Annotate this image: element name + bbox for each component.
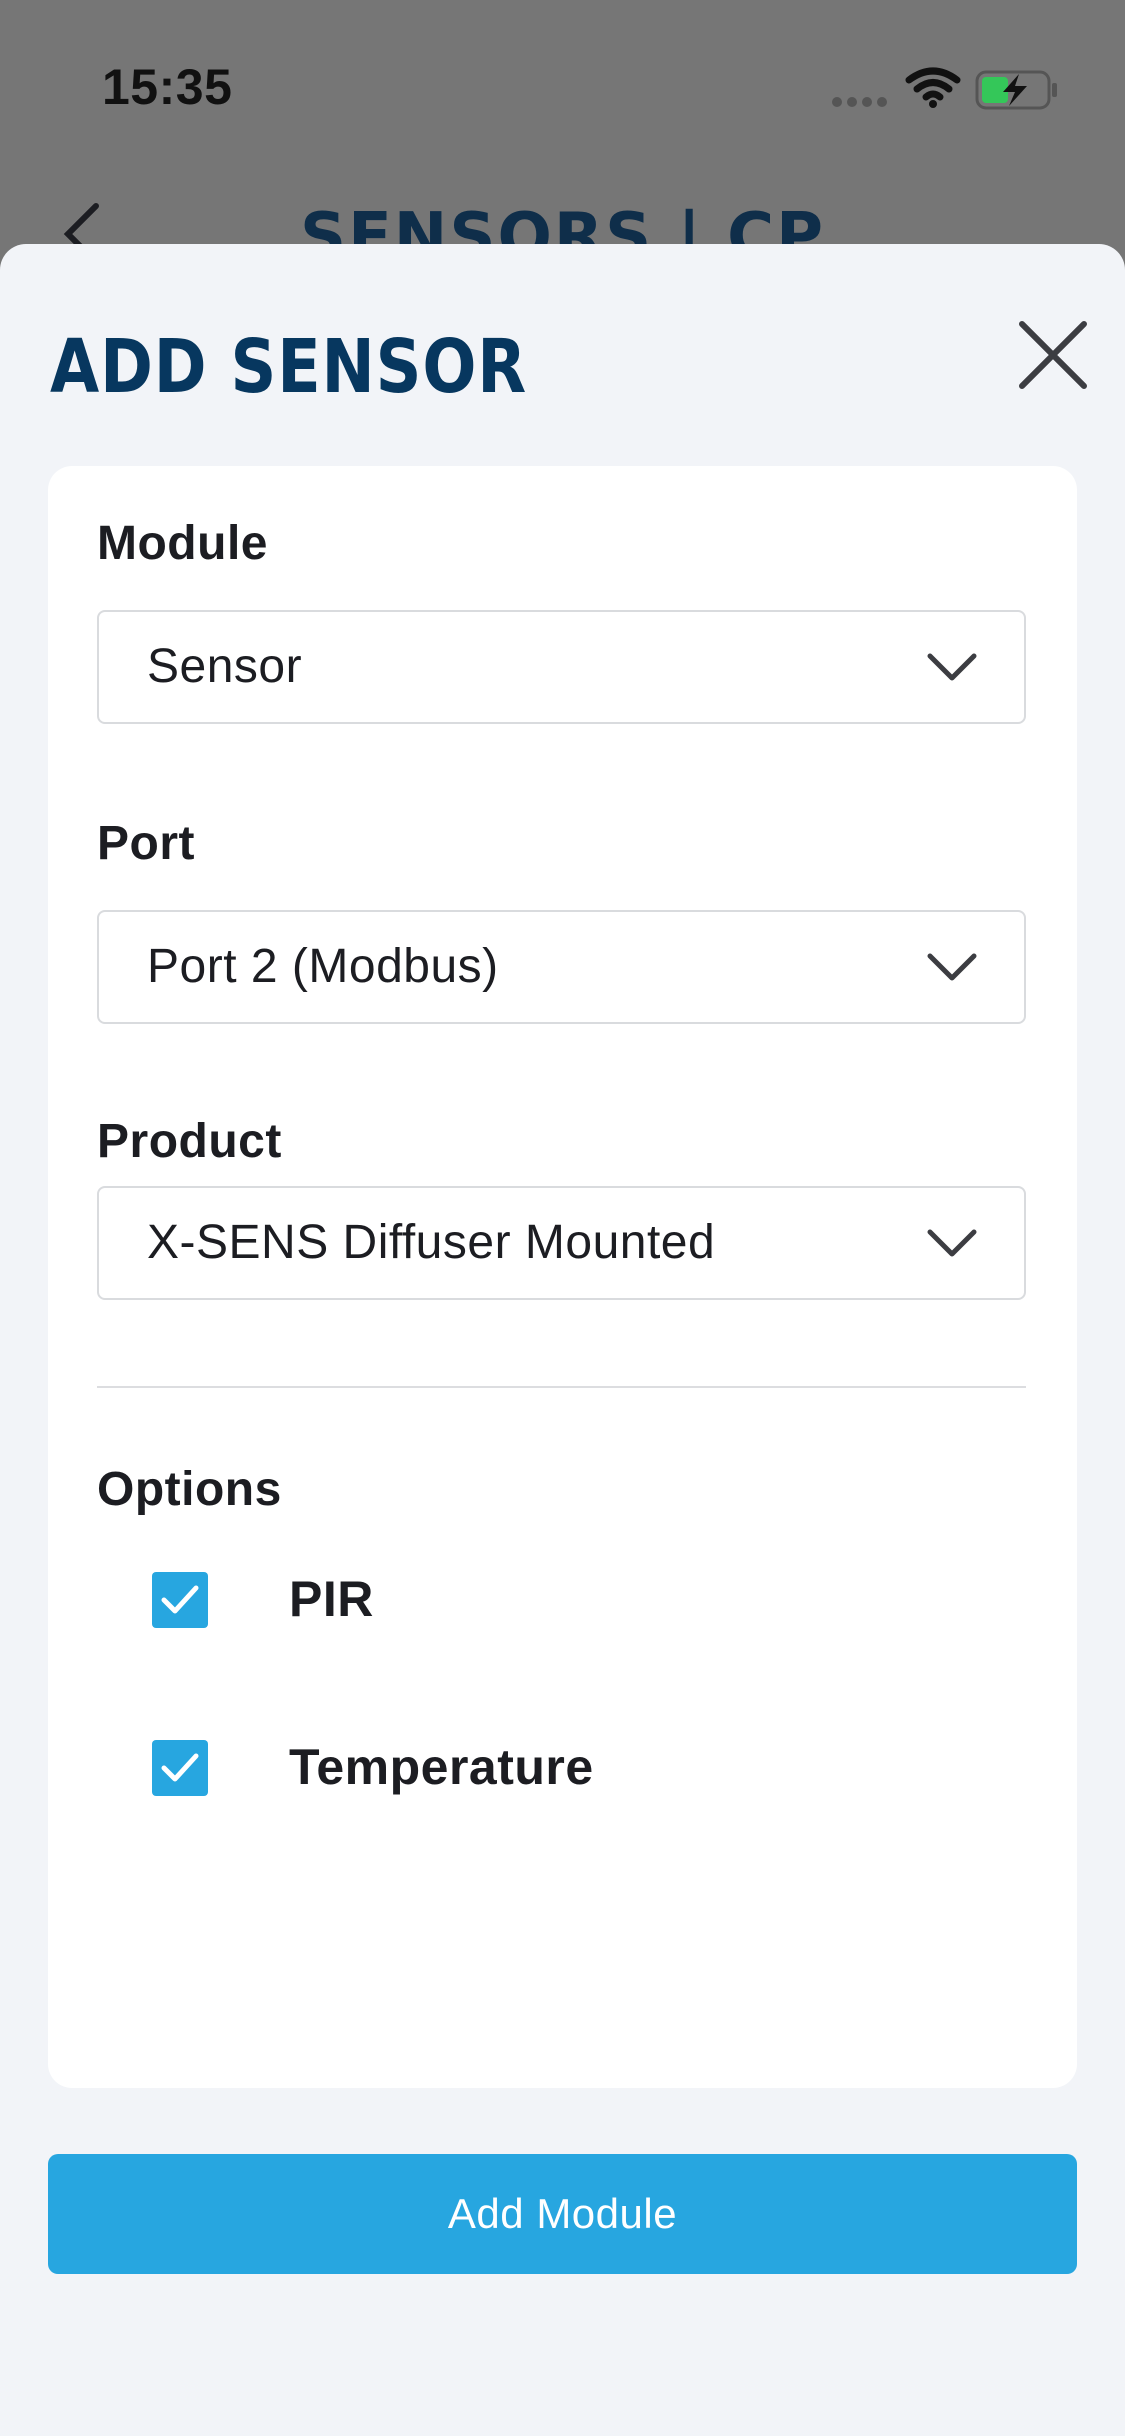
close-icon — [1019, 321, 1087, 389]
options-label: Options — [97, 1463, 282, 1516]
chevron-down-icon — [927, 1229, 977, 1257]
chevron-down-icon — [927, 653, 977, 681]
status-time: 15:35 — [102, 59, 233, 115]
module-select[interactable]: Sensor — [97, 610, 1026, 724]
port-label: Port — [97, 817, 195, 870]
port-select-value: Port 2 (Modbus) — [147, 940, 499, 993]
signal-dots-icon — [832, 97, 887, 107]
sheet-title: ADD SENSOR — [50, 324, 528, 410]
status-icons — [829, 64, 1069, 114]
status-bar: 15:35 — [0, 0, 1125, 150]
add-module-button[interactable]: Add Module — [48, 2154, 1077, 2274]
chevron-down-icon — [927, 953, 977, 981]
temperature-checkbox[interactable] — [152, 1740, 208, 1796]
pir-label[interactable]: PIR — [289, 1570, 374, 1628]
pir-checkbox[interactable] — [152, 1572, 208, 1628]
module-label: Module — [97, 517, 268, 570]
close-button[interactable] — [1016, 318, 1090, 392]
form-card: Module Sensor Port Port 2 (Modbus) Produ… — [48, 466, 1077, 2088]
product-label: Product — [97, 1115, 282, 1168]
temperature-label[interactable]: Temperature — [289, 1738, 594, 1796]
module-select-value: Sensor — [147, 640, 303, 693]
add-sensor-sheet: ADD SENSOR Module Sensor Port Port 2 (Mo… — [0, 244, 1125, 2436]
checkmark-icon — [161, 1753, 199, 1782]
port-select[interactable]: Port 2 (Modbus) — [97, 910, 1026, 1024]
battery-charging-icon — [975, 70, 1057, 110]
checkmark-icon — [161, 1585, 199, 1614]
product-select-value: X-SENS Diffuser Mounted — [147, 1216, 716, 1269]
wifi-icon — [905, 67, 961, 108]
product-select[interactable]: X-SENS Diffuser Mounted — [97, 1186, 1026, 1300]
divider — [97, 1386, 1026, 1388]
